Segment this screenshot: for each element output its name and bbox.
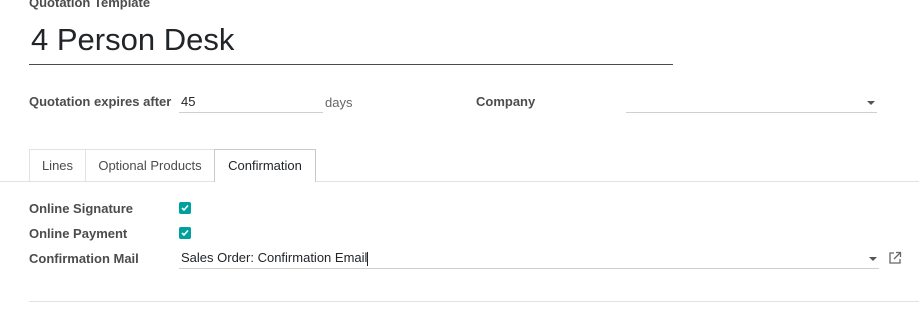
confirmation-mail-value: Sales Order: Confirmation Email	[181, 250, 368, 265]
tab-confirmation[interactable]: Confirmation	[214, 149, 316, 182]
section-label: Quotation Template	[29, 0, 151, 10]
online-payment-checkbox[interactable]	[179, 227, 191, 239]
text-cursor	[367, 251, 369, 266]
checkmark-icon	[181, 204, 189, 212]
checkmark-icon	[181, 229, 189, 237]
company-label: Company	[476, 94, 536, 109]
caret-down-icon[interactable]	[869, 257, 877, 261]
expires-input[interactable]: 45	[179, 92, 323, 113]
confirmation-mail-select[interactable]: Sales Order: Confirmation Email	[179, 248, 879, 269]
template-name-input[interactable]: 4 Person Desk	[29, 18, 673, 65]
expires-label: Quotation expires after	[29, 94, 172, 109]
tab-lines[interactable]: Lines	[29, 149, 86, 181]
external-link-icon[interactable]	[888, 251, 902, 270]
confirmation-mail-label: Confirmation Mail	[29, 251, 139, 266]
tab-optional-products[interactable]: Optional Products	[85, 149, 215, 181]
online-payment-label: Online Payment	[29, 226, 128, 241]
online-signature-label: Online Signature	[29, 201, 134, 216]
expires-unit: days	[325, 95, 353, 110]
footer-divider	[29, 301, 919, 302]
online-signature-checkbox[interactable]	[179, 202, 191, 214]
caret-down-icon[interactable]	[867, 101, 875, 105]
company-select[interactable]	[626, 92, 877, 113]
